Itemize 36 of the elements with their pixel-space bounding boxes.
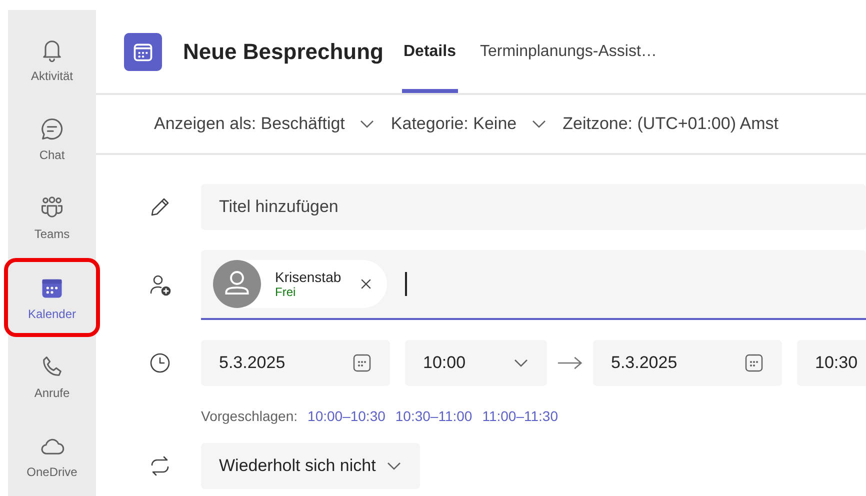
start-date-field[interactable]: 5.3.2025 (201, 340, 390, 386)
rail-item[interactable]: Anrufe (8, 337, 96, 417)
arrow-right-icon (557, 355, 583, 371)
suggested-time-link[interactable]: 10:30–11:00 (395, 408, 472, 424)
close-icon[interactable] (359, 277, 374, 291)
suggested-time-link[interactable]: 10:00–10:30 (308, 408, 386, 424)
add-person-icon (148, 273, 172, 297)
avatar-icon (213, 260, 261, 308)
tab[interactable]: Terminplanungs-Assist… (478, 10, 659, 93)
attendee-status: Frei (275, 285, 297, 299)
chat-icon (39, 116, 65, 142)
clock-icon (148, 351, 172, 375)
calendar-app-icon (124, 32, 162, 70)
calendar-icon (744, 353, 764, 373)
repeat-dropdown[interactable]: Wiederholt sich nicht (201, 443, 420, 489)
end-date-field[interactable]: 5.3.2025 (593, 340, 782, 386)
title-input[interactable]: Titel hinzufügen (201, 184, 866, 230)
text-cursor (405, 272, 408, 296)
rail-item[interactable]: Aktivität (8, 20, 96, 100)
attendee-field[interactable]: Krisenstab Frei (201, 250, 866, 320)
rail-item[interactable]: Teams (8, 178, 96, 258)
meeting-title: Neue Besprechung (183, 38, 384, 64)
rail-item[interactable]: OneDrive (8, 416, 96, 496)
rail-item[interactable]: Kalender (4, 258, 100, 338)
dropdown[interactable]: Kategorie: Keine (390, 114, 547, 134)
attendee-name: Krisenstab (275, 269, 342, 285)
dropdown[interactable]: Anzeigen als: Beschäftigt (154, 114, 375, 134)
timezone-dropdown[interactable]: Zeitzone: (UTC+01:00) Amst (562, 114, 778, 134)
tab[interactable]: Details (402, 10, 458, 93)
end-time-dropdown[interactable]: 10:30 (797, 340, 866, 386)
calendar-icon (352, 353, 372, 373)
suggestions-label: Vorgeschlagen: (201, 408, 298, 424)
attendee-chip[interactable]: Krisenstab Frei (213, 260, 388, 308)
rail-item[interactable]: Chat (8, 99, 96, 179)
suggested-time-link[interactable]: 11:00–11:30 (482, 408, 558, 424)
start-time-dropdown[interactable]: 10:00 (405, 340, 547, 386)
